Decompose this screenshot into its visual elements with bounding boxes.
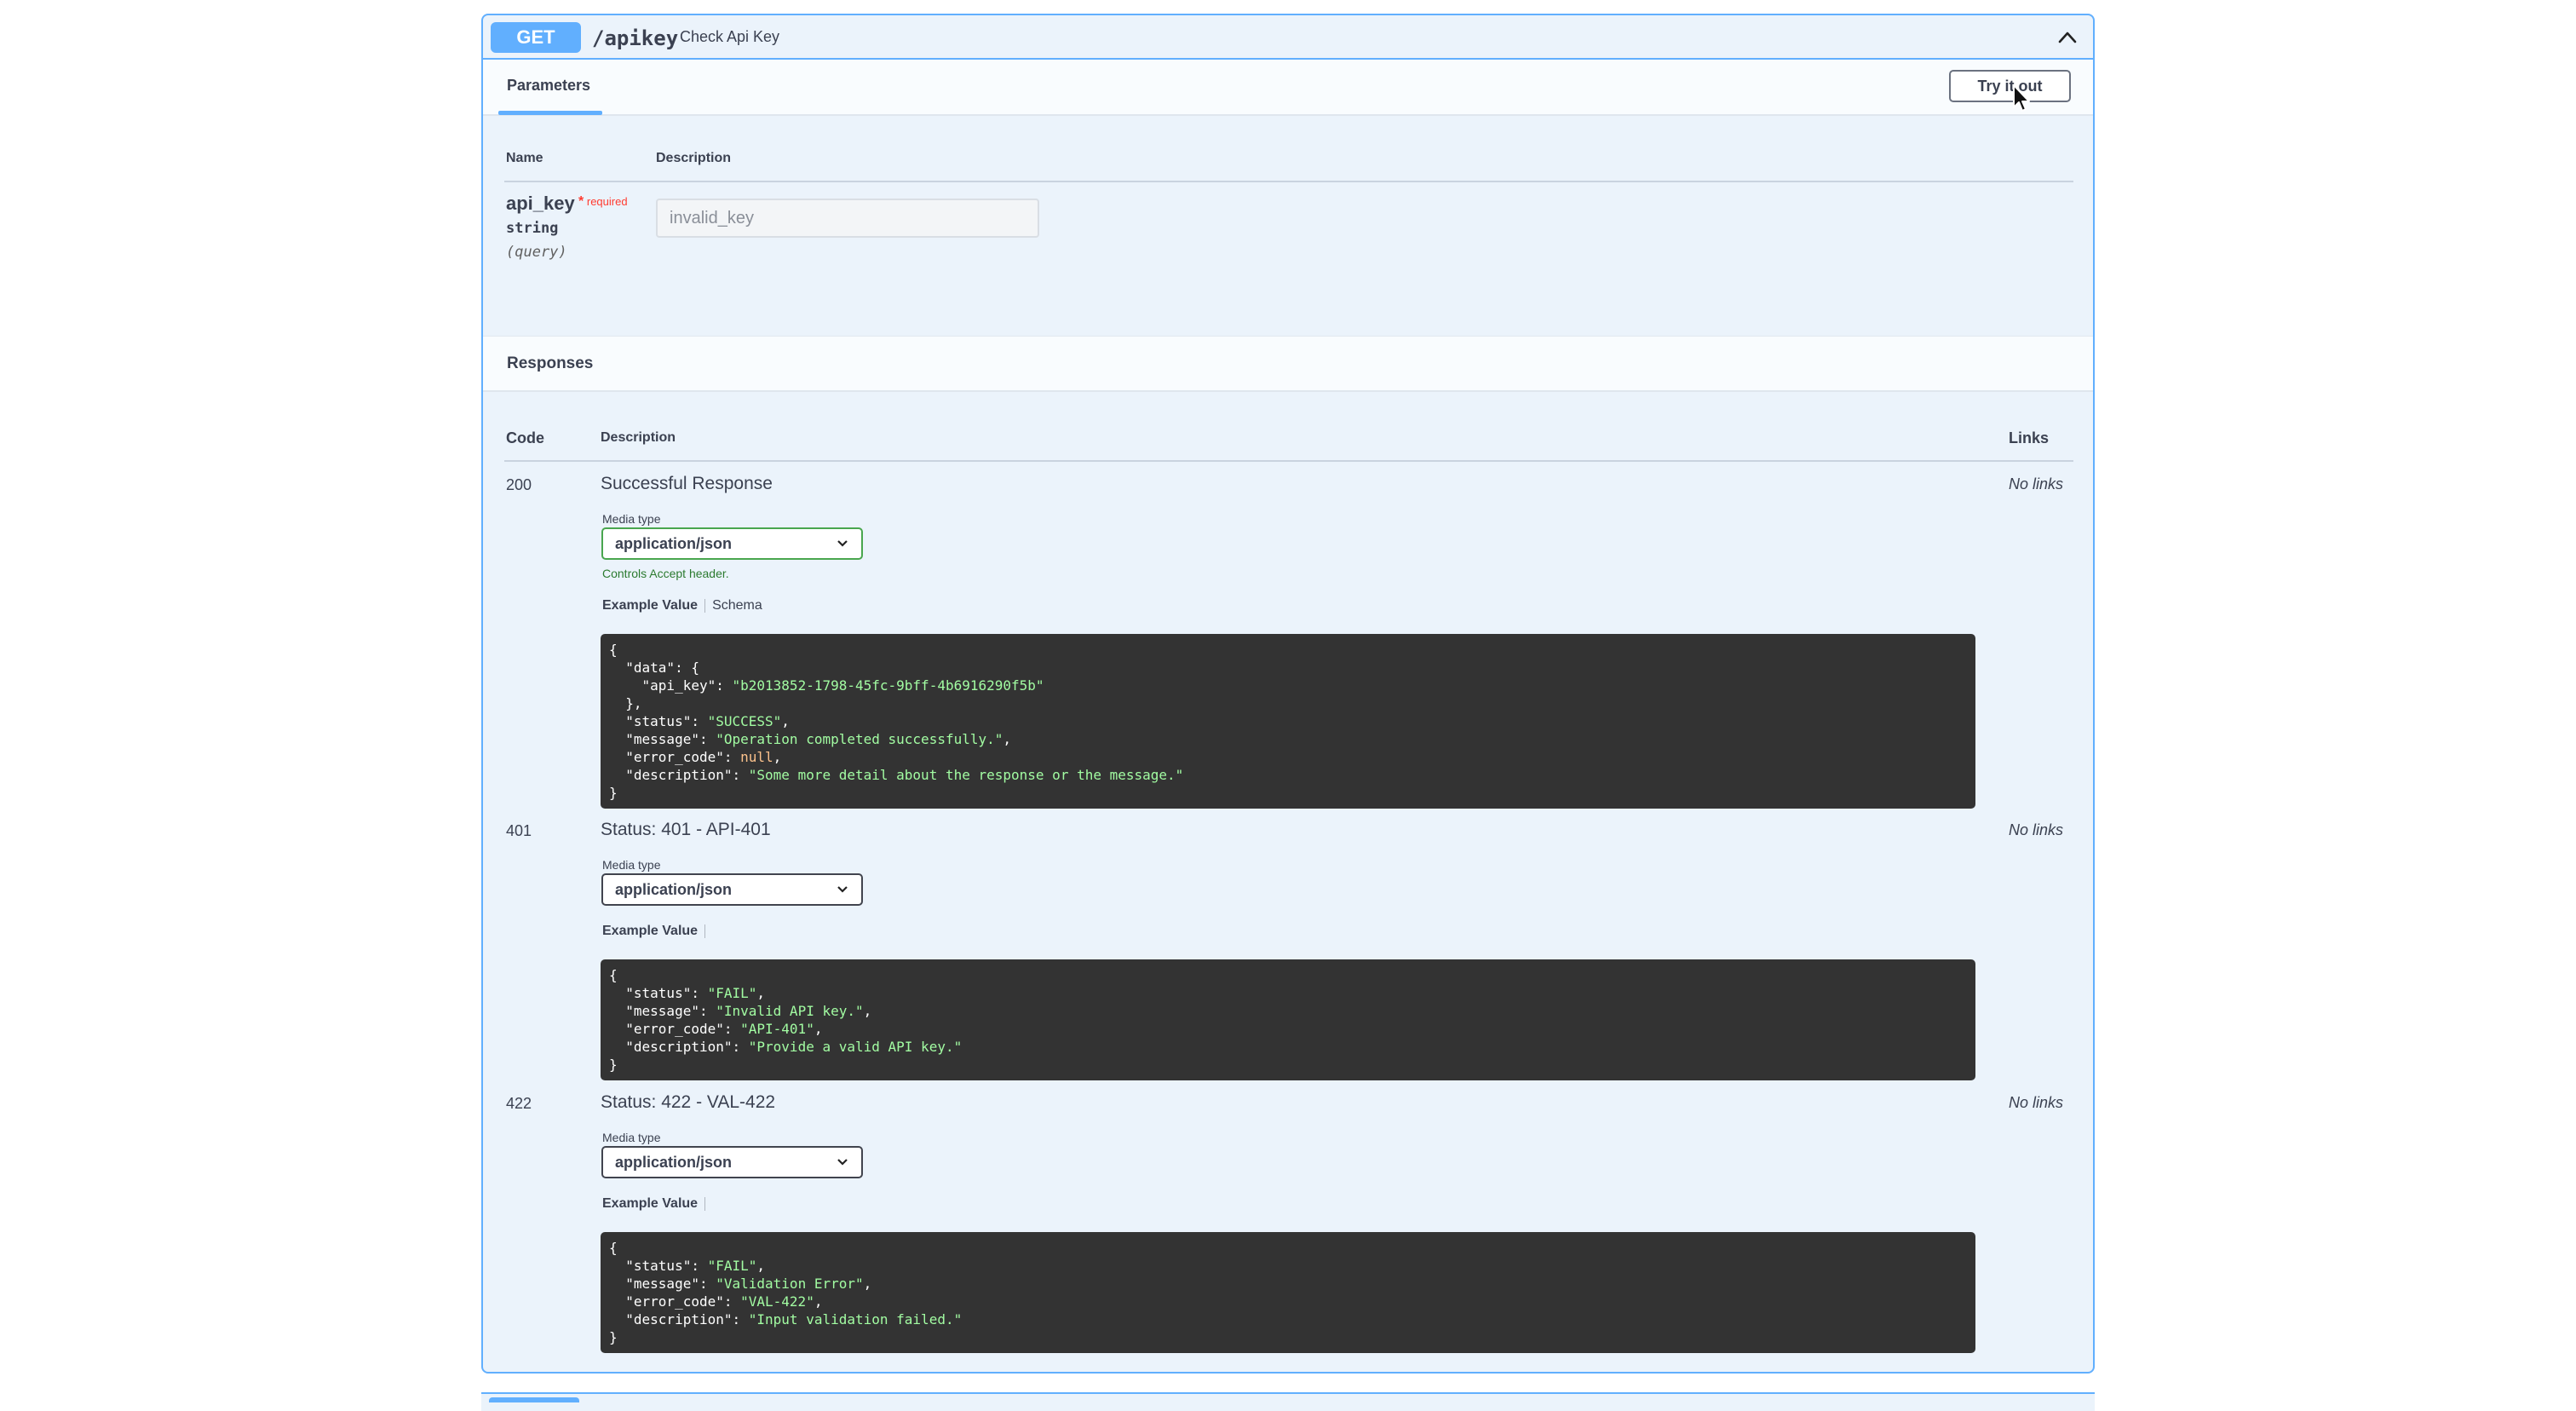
media-type-label: Media type (602, 858, 661, 872)
resp-col-code: Code (506, 429, 544, 446)
operation-summary-text: Check Api Key (680, 28, 780, 45)
divider (504, 460, 2073, 462)
tab-example-value[interactable]: Example Value (602, 1196, 698, 1211)
media-type-label: Media type (602, 1131, 661, 1144)
chevron-up-icon[interactable] (2056, 26, 2079, 49)
operation-summary[interactable]: GET /apikey Check Api Key (483, 15, 2093, 60)
tab-parameters[interactable]: Parameters (507, 77, 590, 95)
response-links: No links (2009, 1094, 2064, 1111)
param-required: * required (578, 194, 628, 209)
next-operation-block[interactable] (481, 1392, 2095, 1411)
example-tabs: Example Value (602, 1196, 712, 1212)
media-type-select[interactable]: application/json (601, 1146, 863, 1178)
chevron-down-icon (837, 540, 848, 547)
param-name: api_key (506, 193, 575, 214)
response-code: 401 (506, 822, 532, 839)
media-type-select[interactable]: application/json (601, 873, 863, 906)
example-code-block: { "status": "FAIL", "message": "Validati… (601, 1232, 1975, 1353)
param-col-description: Description (656, 151, 732, 165)
response-links: No links (2009, 475, 2064, 492)
operation-path: /apikey (592, 26, 679, 50)
api-key-input[interactable]: invalid_key (656, 199, 1039, 238)
param-col-name: Name (506, 151, 543, 165)
try-it-out-button[interactable]: Try it out (1949, 70, 2071, 102)
example-tabs: Example Value (602, 924, 712, 939)
example-code-block: { "data": { "api_key": "b2013852-1798-45… (601, 634, 1975, 809)
example-code-block: { "status": "FAIL", "message": "Invalid … (601, 959, 1975, 1080)
tab-example-value[interactable]: Example Value (602, 598, 698, 613)
response-description: Status: 401 - API-401 (601, 820, 771, 839)
response-code: 200 (506, 476, 532, 493)
resp-col-description: Description (601, 430, 676, 445)
response-code: 422 (506, 1095, 532, 1112)
divider (504, 181, 2073, 182)
method-badge: GET (491, 22, 581, 53)
response-description: Status: 422 - VAL-422 (601, 1092, 776, 1112)
resp-col-links: Links (2009, 429, 2050, 446)
mouse-cursor-icon (2013, 84, 2030, 112)
chevron-down-icon (837, 1159, 848, 1166)
response-description: Successful Response (601, 474, 773, 493)
controls-accept-note: Controls Accept header. (602, 567, 729, 580)
param-location: (query) (506, 244, 567, 261)
tab-example-value[interactable]: Example Value (602, 924, 698, 938)
media-type-label: Media type (602, 512, 661, 526)
tab-schema[interactable]: Schema (712, 598, 762, 613)
responses-title: Responses (507, 354, 594, 372)
example-tabs: Example Value Schema (602, 598, 762, 613)
operation-block: GET /apikey Check Api Key Parameters Try… (481, 14, 2095, 1374)
responses-header: Responses (483, 336, 2093, 392)
media-type-select[interactable]: application/json (601, 527, 863, 560)
parameters-header: Parameters Try it out (483, 60, 2093, 116)
chevron-down-icon (837, 886, 848, 893)
next-method-badge (489, 1397, 579, 1402)
tab-underline (498, 111, 602, 115)
response-links: No links (2009, 821, 2064, 838)
param-type: string (506, 220, 559, 237)
